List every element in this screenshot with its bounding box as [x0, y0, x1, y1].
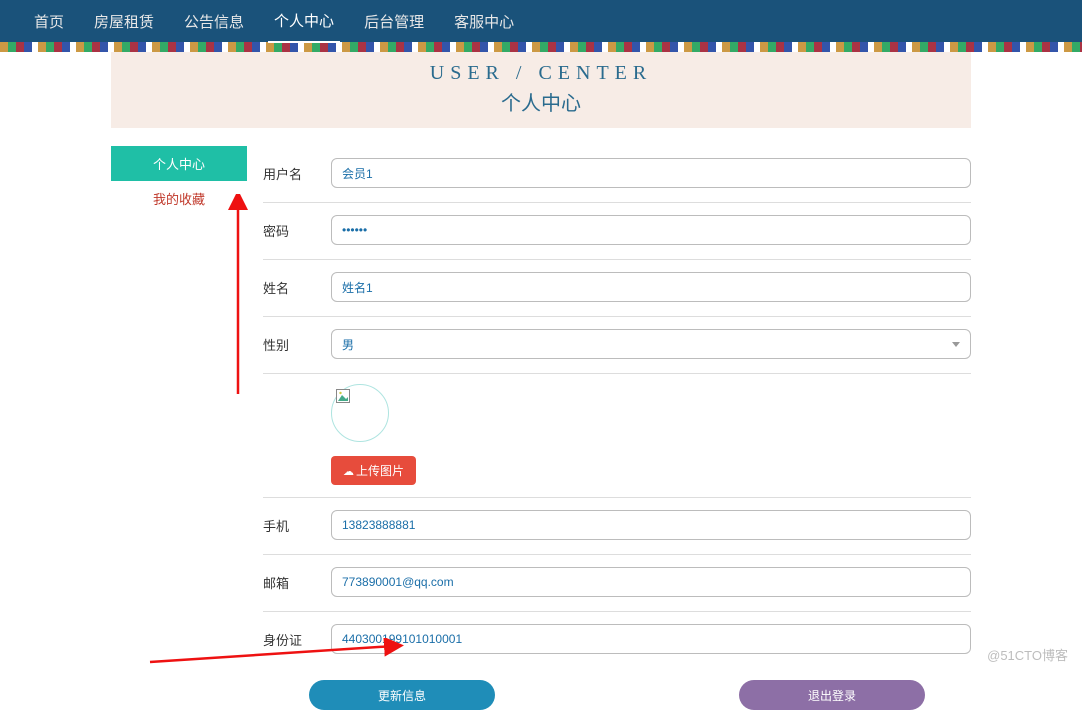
sidebar: 个人中心 我的收藏 — [111, 146, 247, 710]
nav-admin[interactable]: 后台管理 — [358, 1, 430, 42]
upload-image-button[interactable]: ☁上传图片 — [331, 456, 416, 485]
nav-service[interactable]: 客服中心 — [448, 1, 520, 42]
row-email: 邮箱 — [263, 555, 971, 612]
top-nav: 首页 房屋租赁 公告信息 个人中心 后台管理 客服中心 — [0, 0, 1082, 42]
nav-home[interactable]: 首页 — [28, 1, 70, 42]
row-password: 密码 — [263, 203, 971, 260]
upload-label: 上传图片 — [356, 464, 404, 478]
password-input[interactable] — [331, 215, 971, 245]
nav-user-center[interactable]: 个人中心 — [268, 0, 340, 43]
content-wrap: USER / CENTER 个人中心 个人中心 我的收藏 用户名 密码 姓名 性… — [111, 52, 971, 710]
main-row: 个人中心 我的收藏 用户名 密码 姓名 性别 男 — [111, 146, 971, 710]
username-input[interactable] — [331, 158, 971, 188]
gender-selected: 男 — [342, 336, 354, 353]
page-title: USER / CENTER 个人中心 — [111, 52, 971, 128]
phone-input[interactable] — [331, 510, 971, 540]
update-button[interactable]: 更新信息 — [309, 680, 495, 710]
label-username: 用户名 — [263, 164, 331, 183]
email-input[interactable] — [331, 567, 971, 597]
row-image-upload: ☁上传图片 — [263, 374, 971, 498]
row-name: 姓名 — [263, 260, 971, 317]
label-email: 邮箱 — [263, 573, 331, 592]
nav-rent[interactable]: 房屋租赁 — [88, 1, 160, 42]
form-area: 用户名 密码 姓名 性别 男 — [247, 146, 971, 710]
label-name: 姓名 — [263, 278, 331, 297]
sidebar-item-favorites[interactable]: 我的收藏 — [111, 181, 247, 216]
nav-notice[interactable]: 公告信息 — [178, 1, 250, 42]
idcard-input[interactable] — [331, 624, 971, 654]
label-gender: 性别 — [263, 335, 331, 354]
sidebar-item-user-center[interactable]: 个人中心 — [111, 146, 247, 181]
banner-strip — [0, 42, 1082, 52]
row-username: 用户名 — [263, 146, 971, 203]
logout-button[interactable]: 退出登录 — [739, 680, 925, 710]
avatar-preview — [331, 384, 389, 442]
name-input[interactable] — [331, 272, 971, 302]
label-password: 密码 — [263, 221, 331, 240]
watermark: @51CTO博客 — [987, 645, 1068, 664]
page-title-en: USER / CENTER — [111, 62, 971, 85]
action-row: 更新信息 退出登录 — [263, 668, 971, 710]
broken-image-icon — [336, 389, 350, 406]
label-idcard: 身份证 — [263, 630, 331, 649]
cloud-upload-icon: ☁ — [343, 466, 354, 478]
row-idcard: 身份证 — [263, 612, 971, 668]
gender-select[interactable]: 男 — [331, 329, 971, 359]
label-phone: 手机 — [263, 516, 331, 535]
page-title-cn: 个人中心 — [111, 87, 971, 116]
row-phone: 手机 — [263, 498, 971, 555]
row-gender: 性别 男 — [263, 317, 971, 374]
